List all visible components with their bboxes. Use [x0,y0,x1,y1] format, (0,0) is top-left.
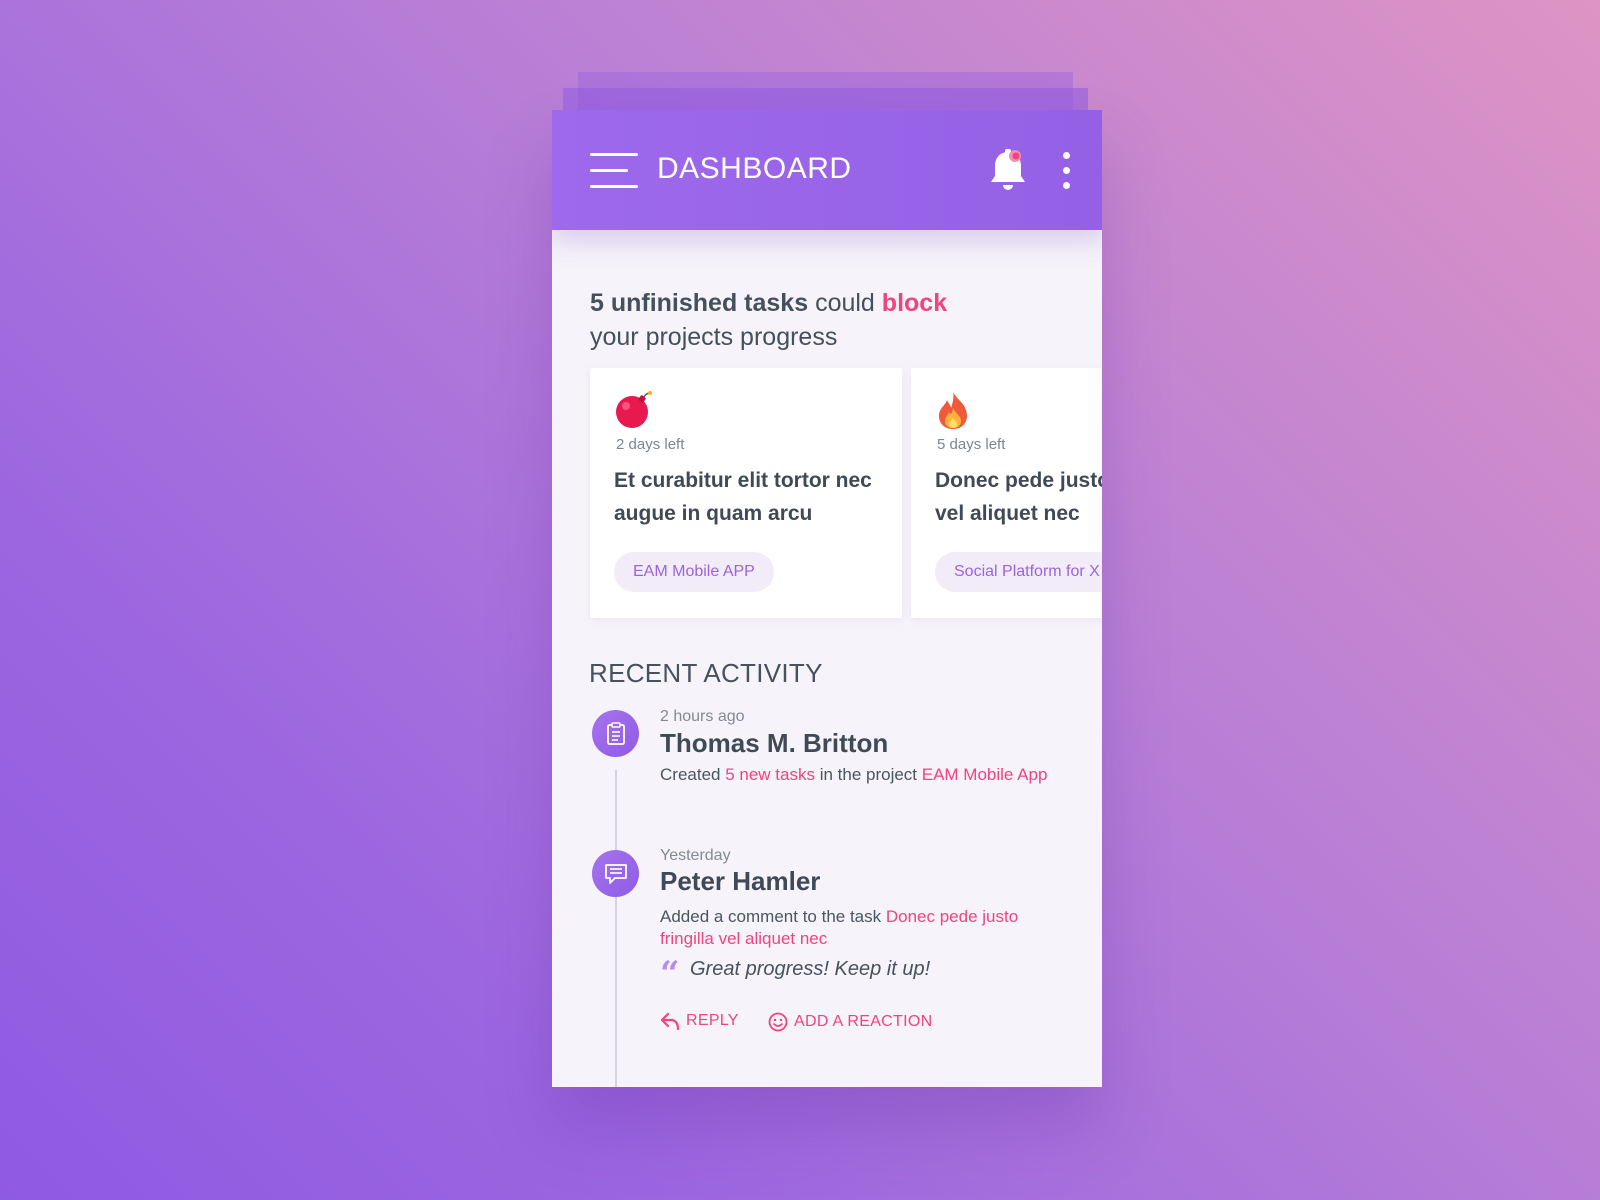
more-options-icon[interactable] [1058,152,1074,190]
smiley-icon [768,1012,788,1032]
activity-description: Created 5 new tasks in the project EAM M… [660,765,1048,784]
activity-user-name[interactable]: Thomas M. Britton [660,728,888,759]
task-card[interactable]: 2 days left Et curabitur elit tortor nec… [590,368,902,618]
bomb-icon [616,391,652,428]
reply-button[interactable]: REPLY [660,1012,739,1030]
page-title: DASHBOARD [657,152,852,185]
notification-bell-icon[interactable] [988,148,1028,194]
app-bar: DASHBOARD [552,110,1102,230]
project-chip[interactable]: Social Platform for X [935,552,1102,592]
activity-time: Yesterday [660,847,731,864]
quote-icon: “ [660,954,680,994]
activity-user-name[interactable]: Peter Hamler [660,866,820,897]
new-tasks-link[interactable]: 5 new tasks [725,765,815,784]
task-title: Donec pede justo, vel aliquet nec [935,469,1102,525]
recent-activity-heading: RECENT ACTIVITY [589,658,823,688]
activity-timeline-line [615,770,617,1087]
task-link-continued[interactable]: fringilla vel aliquet nec [660,929,827,948]
unfinished-tasks-headline: 5 unfinished tasks could block your proj… [590,289,948,351]
dashboard-screen: DASHBOARD 5 unfinished tasks could block… [552,110,1102,1087]
activity-time: 2 hours ago [660,708,745,725]
fire-icon [939,392,967,429]
add-reaction-button[interactable]: ADD A REACTION [768,1012,932,1032]
task-card[interactable]: 5 days left Donec pede justo, vel alique… [911,368,1102,618]
project-chip[interactable]: EAM Mobile APP [614,552,774,592]
task-link[interactable]: Donec pede justo [886,907,1018,926]
clipboard-icon [592,710,639,757]
activity-description: Added a comment to the task Donec pede j… [660,907,1019,948]
task-title: Et curabitur elit tortor nec augue in qu… [614,469,872,525]
project-link[interactable]: EAM Mobile App [922,765,1048,784]
comment-icon [592,850,639,897]
days-left: 5 days left [937,436,1006,453]
reply-icon [660,1012,680,1030]
days-left: 2 days left [616,436,685,453]
menu-icon[interactable] [590,153,638,189]
